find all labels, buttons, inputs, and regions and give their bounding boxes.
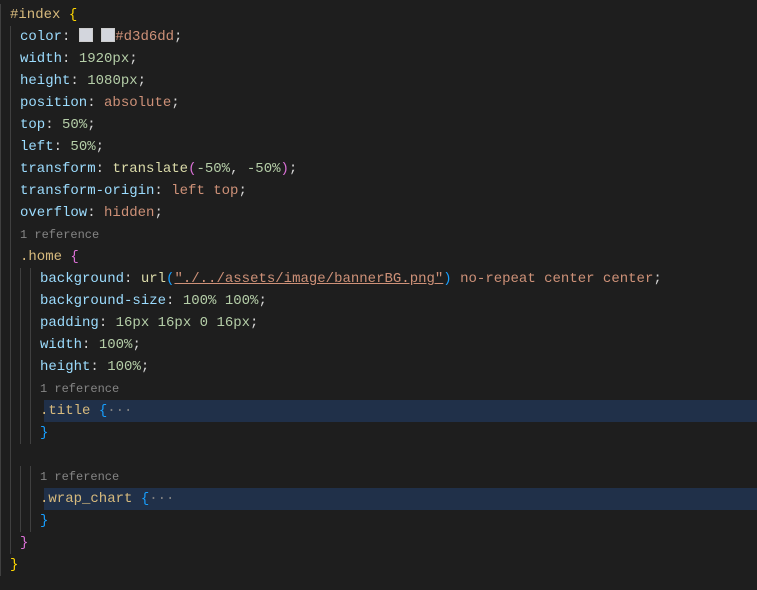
- property: top: [20, 117, 45, 133]
- code-editor[interactable]: #index { color: #d3d6dd; width: 1920px; …: [0, 4, 757, 576]
- code-line[interactable]: transform-origin: left top;: [0, 180, 757, 202]
- property: width: [40, 337, 82, 353]
- references-codelens[interactable]: 1 reference: [40, 466, 119, 488]
- code-line[interactable]: overflow: hidden;: [0, 202, 757, 224]
- property: height: [20, 73, 70, 89]
- value: 100%: [99, 337, 133, 353]
- selector: .home: [20, 249, 62, 265]
- fold-icon[interactable]: ···: [107, 403, 132, 419]
- code-line-folded[interactable]: .title {···: [0, 400, 757, 422]
- references-codelens[interactable]: 1 reference: [40, 378, 119, 400]
- function: translate: [112, 161, 188, 177]
- color-swatch[interactable]: [79, 28, 93, 42]
- value: 16px 16px 0 16px: [116, 315, 250, 331]
- code-line[interactable]: }: [0, 532, 757, 554]
- codelens-line[interactable]: 1 reference: [0, 466, 757, 488]
- value: 1920px: [79, 51, 129, 67]
- code-line[interactable]: position: absolute;: [0, 92, 757, 114]
- value: left top: [171, 183, 238, 199]
- property: left: [20, 139, 54, 155]
- value: -50%: [196, 161, 230, 177]
- code-line[interactable]: top: 50%;: [0, 114, 757, 136]
- code-line-folded[interactable]: .wrap_chart {···: [0, 488, 757, 510]
- code-line[interactable]: }: [0, 554, 757, 576]
- value: no-repeat center center: [460, 271, 653, 287]
- color-swatch[interactable]: [101, 28, 115, 42]
- value: #d3d6dd: [115, 29, 174, 45]
- codelens-line[interactable]: 1 reference: [0, 224, 757, 246]
- code-line[interactable]: height: 1080px;: [0, 70, 757, 92]
- value: 50%: [70, 139, 95, 155]
- code-line[interactable]: .home {: [0, 246, 757, 268]
- property: height: [40, 359, 90, 375]
- code-line[interactable]: color: #d3d6dd;: [0, 26, 757, 48]
- code-line[interactable]: height: 100%;: [0, 356, 757, 378]
- code-line[interactable]: padding: 16px 16px 0 16px;: [0, 312, 757, 334]
- code-line[interactable]: width: 1920px;: [0, 48, 757, 70]
- selector: .title: [40, 403, 90, 419]
- fold-icon[interactable]: ···: [149, 491, 174, 507]
- selector: #index: [10, 7, 60, 23]
- property: position: [20, 95, 87, 111]
- value: absolute: [104, 95, 171, 111]
- property: padding: [40, 315, 99, 331]
- code-line[interactable]: transform: translate(-50%, -50%);: [0, 158, 757, 180]
- string: "./../assets/image/bannerBG.png": [174, 271, 443, 287]
- codelens-line[interactable]: 1 reference: [0, 378, 757, 400]
- property: color: [20, 29, 62, 45]
- code-line-blank[interactable]: [0, 444, 757, 466]
- value: -50%: [247, 161, 281, 177]
- property: overflow: [20, 205, 87, 221]
- references-codelens[interactable]: 1 reference: [20, 224, 99, 246]
- selector: .wrap_chart: [40, 491, 132, 507]
- code-line[interactable]: }: [0, 510, 757, 532]
- property: transform-origin: [20, 183, 154, 199]
- code-line[interactable]: }: [0, 422, 757, 444]
- code-line[interactable]: #index {: [0, 4, 757, 26]
- property: background-size: [40, 293, 166, 309]
- value: 100%: [107, 359, 141, 375]
- code-line[interactable]: left: 50%;: [0, 136, 757, 158]
- property: width: [20, 51, 62, 67]
- function: url: [141, 271, 166, 287]
- code-line[interactable]: background: url("./../assets/image/banne…: [0, 268, 757, 290]
- code-line[interactable]: width: 100%;: [0, 334, 757, 356]
- code-line[interactable]: background-size: 100% 100%;: [0, 290, 757, 312]
- property: transform: [20, 161, 96, 177]
- property: background: [40, 271, 124, 287]
- value: 1080px: [87, 73, 137, 89]
- value: hidden: [104, 205, 154, 221]
- value: 100% 100%: [183, 293, 259, 309]
- value: 50%: [62, 117, 87, 133]
